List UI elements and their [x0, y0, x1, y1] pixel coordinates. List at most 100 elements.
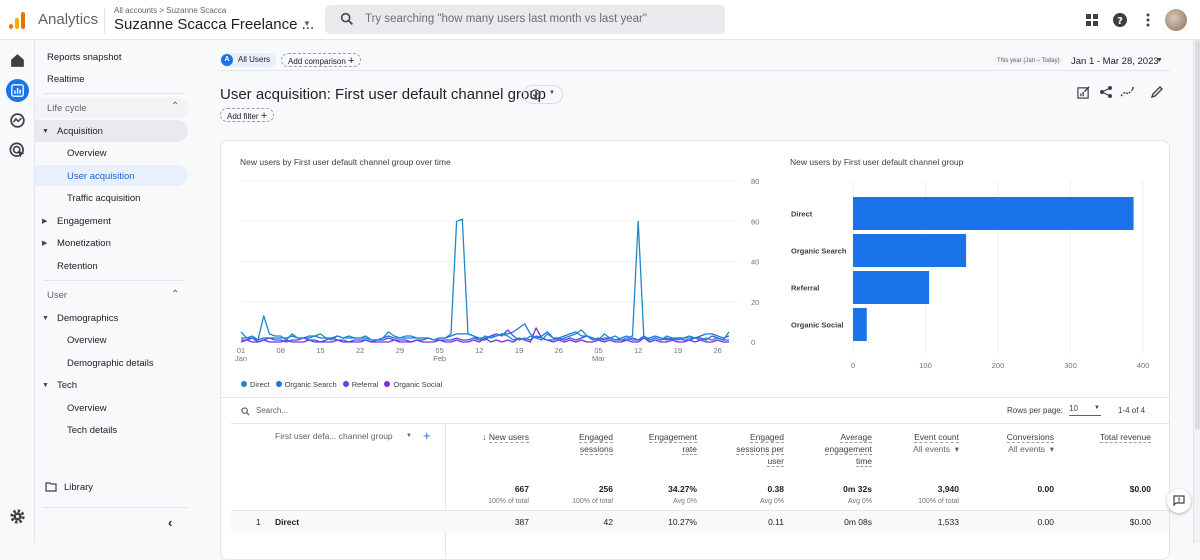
column-metric-select[interactable]: All events ▾ — [1008, 444, 1054, 454]
top-bar: Analytics All accounts > Suzanne Scacca … — [0, 0, 1200, 40]
column-header[interactable]: Conversions All events ▾ — [1006, 431, 1054, 455]
breadcrumb[interactable]: All accounts > Suzanne Scacca — [114, 6, 226, 15]
chevron-down-icon[interactable]: ▼ — [1156, 57, 1163, 64]
divider — [43, 280, 183, 281]
caret-down-icon[interactable]: ▼ — [406, 433, 412, 439]
edit-pencil-icon[interactable] — [1150, 85, 1164, 99]
column-header-label: Engaged — [749, 432, 784, 443]
apps-grid-icon[interactable] — [1084, 12, 1100, 28]
divider — [445, 423, 446, 558]
legend-label: Organic Search — [284, 380, 337, 389]
nav-user-acquisition[interactable]: User acquisition — [67, 171, 135, 182]
y-tick-label: 60 — [751, 217, 759, 226]
column-header-label: Engaged — [578, 432, 613, 443]
x-tick-label: 12 — [475, 346, 483, 355]
legend-item[interactable]: Organic Social — [384, 380, 442, 389]
page-scrollbar[interactable] — [1193, 40, 1200, 543]
add-filter-button[interactable]: Add filter + — [220, 108, 275, 122]
legend-label: Organic Social — [393, 380, 443, 389]
nav-retention[interactable]: Retention — [57, 261, 98, 272]
y-tick-label: 40 — [751, 258, 759, 267]
nav-reports-snapshot[interactable]: Reports snapshot — [47, 52, 121, 63]
caret-down-icon[interactable]: ▼ — [42, 315, 49, 322]
column-metric-select[interactable]: All events ▾ — [913, 444, 959, 454]
caret-right-icon[interactable]: ▶ — [42, 239, 47, 247]
more-vert-icon[interactable] — [1140, 12, 1156, 28]
divider — [220, 70, 1170, 71]
home-icon[interactable] — [8, 51, 27, 70]
feedback-button[interactable] — [1167, 489, 1191, 513]
date-range-picker[interactable]: Jan 1 - Mar 28, 2023 — [1071, 56, 1159, 67]
chevron-up-icon[interactable]: ⌃ — [171, 289, 179, 300]
nav-demographics-overview[interactable]: Overview — [67, 335, 107, 346]
table-cell: 0.00 — [1037, 517, 1054, 527]
account-selector[interactable]: Suzanne Scacca Freelance ... — [114, 16, 314, 33]
column-header[interactable]: ↓ New users — [482, 431, 529, 443]
nav-realtime[interactable]: Realtime — [47, 74, 85, 85]
date-preset[interactable]: This year (Jan – Today) — [995, 57, 1062, 65]
table-cell: 42 — [603, 517, 613, 527]
segment-chip[interactable]: A All Users — [220, 53, 277, 67]
search-input[interactable]: Try searching "how many users last month… — [325, 5, 725, 34]
caret-down-icon[interactable]: ▼ — [42, 128, 49, 135]
analytics-logo-icon[interactable] — [9, 11, 27, 29]
nav-library[interactable]: Library — [64, 482, 93, 493]
chevron-up-icon[interactable]: ⌃ — [171, 101, 179, 112]
nav-acquisition-overview[interactable]: Overview — [67, 148, 107, 159]
left-rail — [0, 40, 35, 543]
pagination-info: 1-4 of 4 — [1118, 406, 1146, 415]
explore-icon[interactable] — [8, 111, 27, 130]
insights-icon[interactable] — [1120, 86, 1135, 99]
nav-section-user[interactable]: User — [47, 290, 67, 301]
column-header[interactable]: Event count All events ▾ — [913, 431, 959, 455]
table-cell: 0m 08s — [844, 517, 872, 527]
column-header[interactable]: Engagement rate — [648, 431, 697, 455]
collapse-nav-icon[interactable]: ‹ — [168, 515, 172, 530]
reports-icon[interactable] — [6, 79, 29, 102]
nav-tech[interactable]: Tech — [57, 380, 77, 391]
column-header-label: sessions per — [736, 444, 784, 455]
nav-demographics[interactable]: Demographics — [57, 313, 118, 324]
table-row[interactable]: 1 Direct — [231, 510, 1169, 532]
avatar[interactable] — [1165, 9, 1187, 31]
customize-report-icon[interactable] — [1077, 86, 1090, 99]
help-icon[interactable]: ? — [1112, 12, 1128, 28]
scrollbar-thumb[interactable] — [1195, 40, 1200, 430]
nav-traffic-acquisition[interactable]: Traffic acquisition — [67, 193, 140, 204]
nav-engagement[interactable]: Engagement — [57, 216, 111, 227]
chevron-down-icon[interactable]: ▼ — [303, 19, 311, 28]
search-icon — [340, 12, 353, 25]
column-header[interactable]: Average engagement time — [824, 431, 872, 467]
nav-tech-overview[interactable]: Overview — [67, 403, 107, 414]
caret-right-icon[interactable]: ▶ — [42, 217, 47, 225]
nav-tech-details[interactable]: Tech details — [67, 425, 117, 436]
table-cell: 387 — [514, 517, 529, 527]
rows-per-page-select[interactable]: 10 ▼ — [1069, 404, 1101, 416]
share-icon[interactable] — [1099, 85, 1113, 99]
legend-item[interactable]: Direct — [241, 380, 270, 389]
advertising-icon[interactable] — [8, 141, 27, 160]
legend-item[interactable]: Organic Search — [275, 380, 337, 389]
y-tick-label: 20 — [751, 298, 759, 307]
nav-demographic-details[interactable]: Demographic details — [67, 358, 154, 369]
column-header-label: Total revenue — [1099, 432, 1151, 443]
x-tick-label: 22 — [356, 346, 364, 355]
nav-monetization[interactable]: Monetization — [57, 238, 111, 249]
add-comparison-button[interactable]: Add comparison + — [281, 53, 362, 67]
x-tick-label: 19 — [515, 346, 523, 355]
column-header[interactable]: Engaged sessions per user — [736, 431, 784, 467]
dimension-selector[interactable]: First user defa... channel group — [275, 431, 393, 441]
add-dimension-button[interactable]: + — [423, 428, 431, 443]
segment-label: All Users — [238, 55, 271, 64]
legend-item[interactable]: Referral — [342, 380, 378, 389]
settings-icon[interactable] — [8, 507, 27, 526]
row-dimension-value[interactable]: Direct — [275, 517, 299, 527]
report-status-button[interactable]: ▼ — [523, 85, 563, 104]
table-search-input[interactable]: Search... — [256, 406, 288, 415]
nav-section-lifecycle[interactable]: Life cycle — [47, 103, 87, 114]
x-tick-label: 08 — [277, 346, 285, 355]
caret-down-icon[interactable]: ▼ — [42, 382, 49, 389]
nav-acquisition[interactable]: Acquisition — [57, 126, 103, 137]
column-header[interactable]: Engaged sessions — [578, 431, 613, 455]
column-header[interactable]: Total revenue — [1099, 431, 1151, 443]
